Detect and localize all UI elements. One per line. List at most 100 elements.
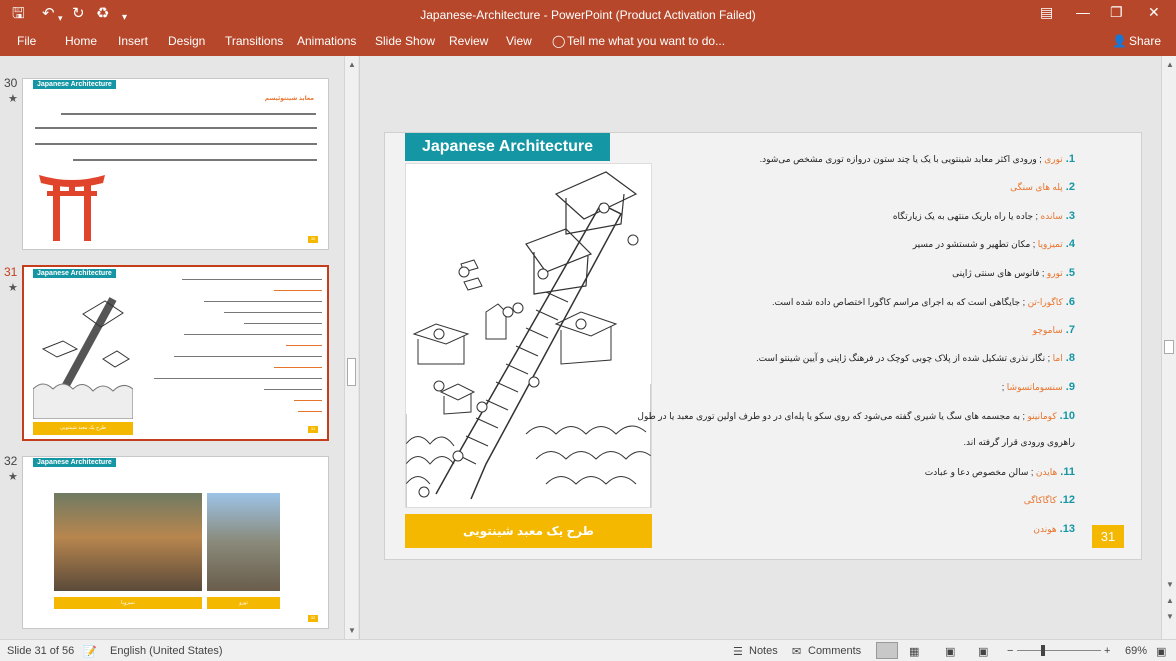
scroll-up-icon[interactable]: ▲ xyxy=(348,60,356,69)
tab-review[interactable]: Review xyxy=(449,34,488,48)
list-item-term: کاگاکاگی xyxy=(1023,495,1057,505)
slide-show-icon[interactable]: ▣ xyxy=(978,645,988,658)
scrollbar-thumb[interactable] xyxy=(1164,340,1174,354)
tab-animations[interactable]: Animations xyxy=(297,34,356,48)
zoom-out-icon[interactable]: − xyxy=(1007,645,1013,657)
list-item-number: 4 xyxy=(1068,238,1075,250)
thumbnail-scrollbar[interactable]: ▲ ▼ xyxy=(344,56,358,639)
zoom-slider-thumb[interactable] xyxy=(1041,645,1045,656)
temple-plan-illustration[interactable] xyxy=(405,163,652,508)
thumbnail-slide-number: 31 xyxy=(308,426,318,433)
fit-slide-icon[interactable]: ▣ xyxy=(1156,645,1166,658)
share-button[interactable]: Share xyxy=(1129,34,1161,48)
thumbnail-slide-number: 30 xyxy=(308,236,318,243)
notes-icon: ☰ xyxy=(733,646,743,658)
list-item-description: ; مکان تطهیر و شستشو در مسیر xyxy=(912,239,1038,249)
list-item-description: ; ورودی اکثر معابد شینتویی با یک یا چند … xyxy=(759,154,1045,164)
zoom-slider[interactable] xyxy=(1017,650,1101,651)
thumbnail-heading: معابد شینتوئیسم xyxy=(264,96,314,102)
maximize-icon[interactable]: ❐ xyxy=(1110,4,1123,21)
scrollbar-thumb[interactable] xyxy=(347,358,356,386)
next-slide-icon[interactable]: ▼ xyxy=(1166,612,1174,621)
list-item-description: راهروی ورودی قرار گرفته اند. xyxy=(963,437,1075,447)
list-item-term: کومانینو xyxy=(1027,411,1057,421)
scroll-down-icon[interactable]: ▼ xyxy=(1166,580,1174,589)
tab-slide-show[interactable]: Slide Show xyxy=(375,34,435,48)
list-item-term: سانده xyxy=(1040,211,1063,221)
list-item-description: ; جایگاهی است که به اجرای مراسم کاگورا ا… xyxy=(771,297,1028,307)
list-item-number: 8 xyxy=(1068,352,1075,364)
current-slide[interactable]: Japanese Architecture طرح یک معبد شینتوی… xyxy=(384,132,1142,560)
list-item-number: 11 xyxy=(1063,466,1075,478)
slide-sorter-icon[interactable]: ▦ xyxy=(909,645,919,658)
text-line xyxy=(35,127,317,129)
scroll-up-icon[interactable]: ▲ xyxy=(1166,60,1174,69)
status-bar: Slide 31 of 56 📝 English (United States)… xyxy=(0,639,1176,661)
reading-view-icon[interactable]: ▣ xyxy=(945,645,955,658)
list-item-number: 10 xyxy=(1062,410,1075,422)
text-line xyxy=(61,113,316,115)
torii-icon xyxy=(39,175,105,241)
slide-title-badge[interactable]: Japanese Architecture xyxy=(405,133,610,161)
thumbnail-number: 31 xyxy=(4,265,18,279)
close-icon[interactable]: ✕ xyxy=(1148,4,1160,21)
list-item-number: 6 xyxy=(1068,296,1075,308)
thumbnail-number: 32 xyxy=(4,454,18,468)
purification-fountain-photo xyxy=(54,493,202,591)
text-line xyxy=(184,334,322,335)
slide-number-tag: 31 xyxy=(1092,525,1124,548)
list-item: 4. تمیزویا ; مکان تطهیر و شستشو در مسیر xyxy=(665,238,1075,250)
thumbnail-slide-number: 32 xyxy=(308,615,318,622)
text-line xyxy=(174,356,322,357)
zoom-level[interactable]: 69% xyxy=(1125,645,1147,657)
text-line xyxy=(274,290,322,291)
notes-button[interactable]: Notes xyxy=(749,645,778,657)
list-item: 8. اما ; نگار نذری تشکیل شده از پلاک چوب… xyxy=(665,352,1075,364)
slide-thumbnail-31[interactable]: Japanese Architecture طرح یک معبد شینتوی… xyxy=(22,265,329,441)
illustration-caption[interactable]: طرح یک معبد شینتویی xyxy=(405,514,652,548)
list-item-term: هایدن xyxy=(1035,467,1058,477)
scroll-down-icon[interactable]: ▼ xyxy=(348,626,356,635)
ribbon-tabs: File Home Insert Design Transitions Anim… xyxy=(0,30,1176,56)
list-item: 7. ساموچو xyxy=(665,324,1075,336)
previous-slide-icon[interactable]: ▲ xyxy=(1166,596,1174,605)
text-line xyxy=(204,301,322,302)
tab-insert[interactable]: Insert xyxy=(118,34,148,48)
language-indicator[interactable]: English (United States) xyxy=(110,645,223,657)
ribbon-display-icon[interactable]: ▤ xyxy=(1040,4,1053,21)
list-item-number: 5 xyxy=(1068,267,1075,279)
tab-home[interactable]: Home xyxy=(65,34,97,48)
spelling-check-icon[interactable]: 📝 xyxy=(83,645,97,658)
zoom-in-icon[interactable]: + xyxy=(1104,645,1110,657)
editor-scrollbar[interactable]: ▲ ▼ ▲ ▼ xyxy=(1161,56,1176,639)
tell-me-search[interactable]: Tell me what you want to do... xyxy=(567,34,725,48)
list-item-term: تمیزویا xyxy=(1037,239,1063,249)
tab-transitions[interactable]: Transitions xyxy=(225,34,283,48)
tab-view[interactable]: View xyxy=(506,34,532,48)
thumbnail-number: 30 xyxy=(4,76,18,90)
list-item: 10. کومانینو ; به مجسمه های سگ یا شیری گ… xyxy=(637,410,1075,422)
slide-counter[interactable]: Slide 31 of 56 xyxy=(7,645,74,657)
text-line xyxy=(286,345,322,346)
list-item-number: 12 xyxy=(1062,494,1075,506)
minimize-icon[interactable]: — xyxy=(1076,4,1090,20)
text-line xyxy=(274,367,322,368)
text-line xyxy=(298,411,322,412)
list-item-number: 1 xyxy=(1068,153,1075,165)
thumbnail-badge: Japanese Architecture xyxy=(33,458,116,467)
tab-design[interactable]: Design xyxy=(168,34,205,48)
list-item-term: اما xyxy=(1052,353,1063,363)
normal-view-button[interactable] xyxy=(876,642,898,659)
comments-button[interactable]: Comments xyxy=(808,645,861,657)
shinto-temple-drawing xyxy=(405,171,652,507)
list-item: 9. سنسوماتسوشا ; xyxy=(665,381,1075,393)
tab-file[interactable]: File xyxy=(17,34,36,48)
text-line xyxy=(35,143,317,145)
slide-thumbnail-32[interactable]: Japanese Architecture تمیزویا تورو 32 xyxy=(22,456,329,629)
list-item-number: 2 xyxy=(1068,181,1075,193)
text-line xyxy=(294,400,322,401)
list-item-description: ; فانوس های سنتی ژاپنی xyxy=(952,268,1047,278)
list-item: 11. هایدن ; سالن مخصوص دعا و عبادت xyxy=(665,466,1075,478)
text-line xyxy=(224,312,322,313)
slide-thumbnail-30[interactable]: Japanese Architecture معابد شینتوئیسم 30 xyxy=(22,78,329,250)
